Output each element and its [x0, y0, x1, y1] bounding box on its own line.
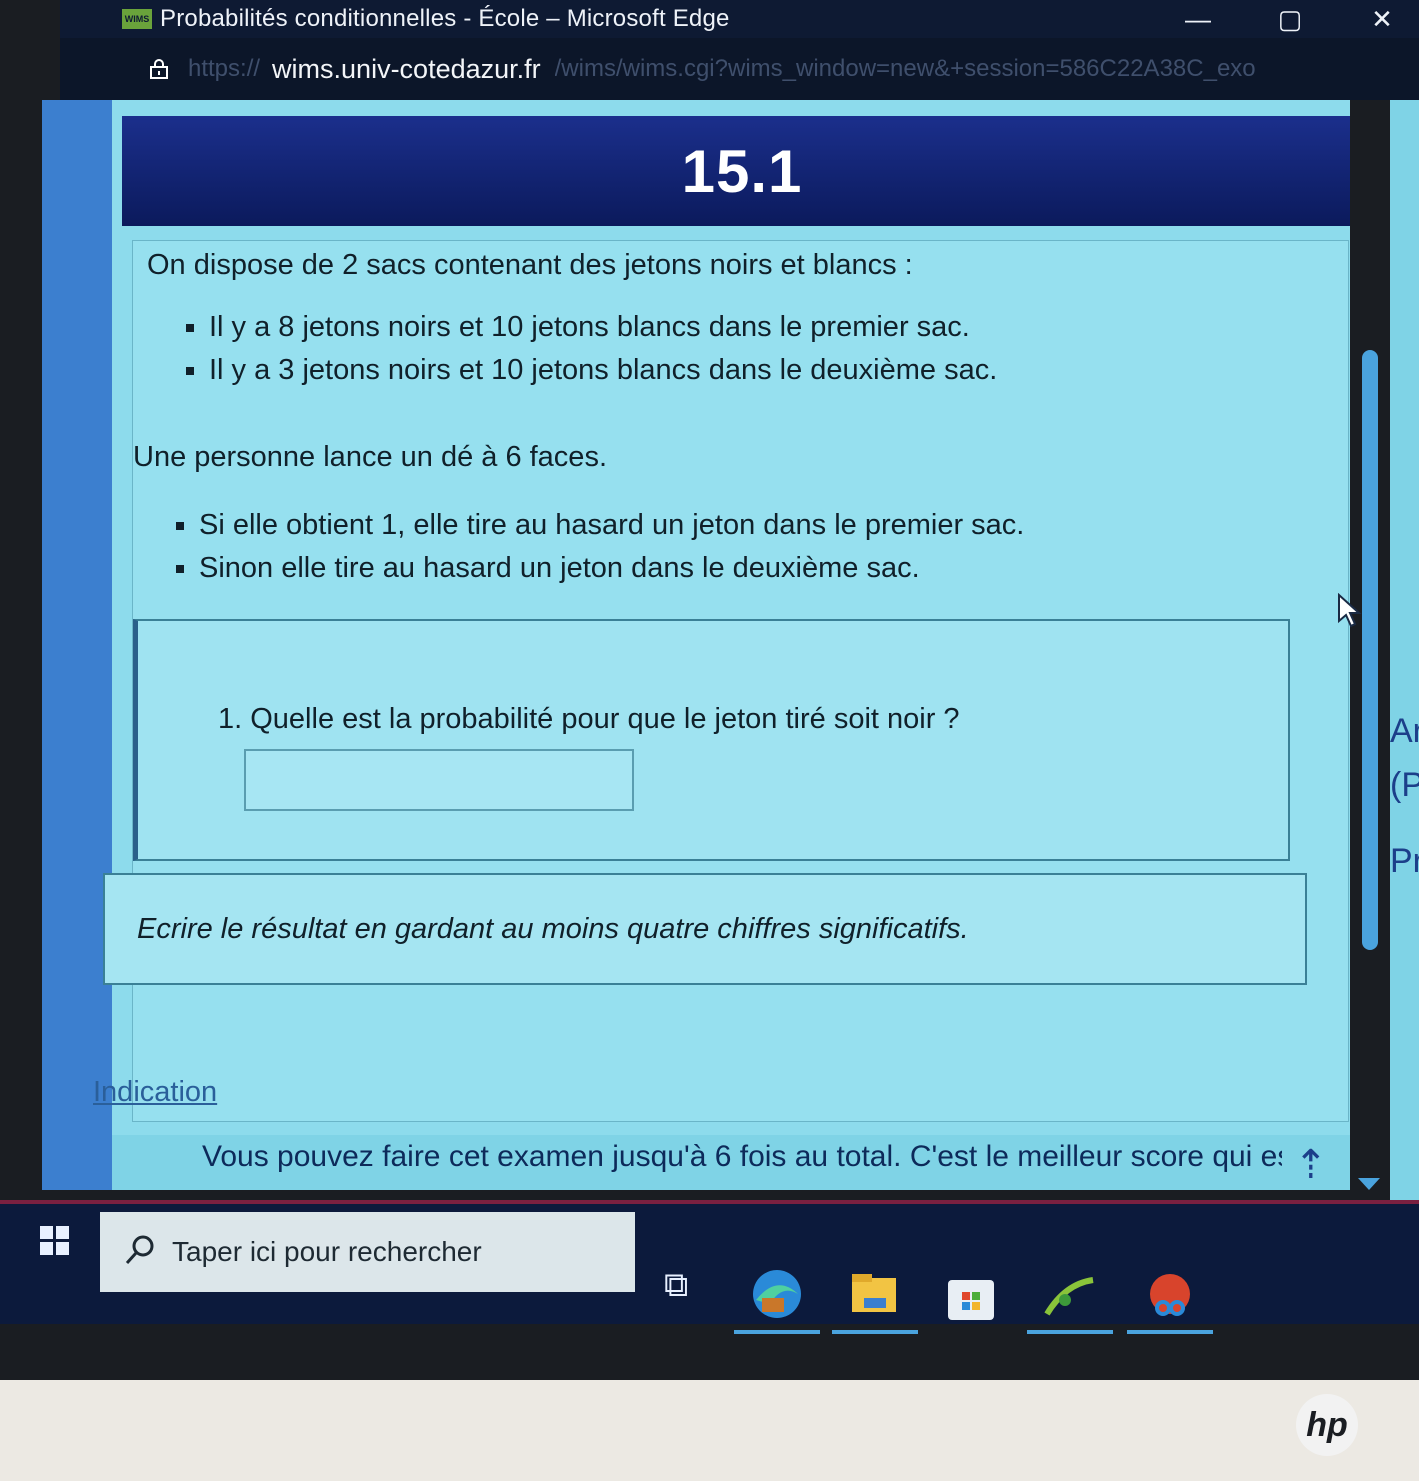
page-scrollbar[interactable]: [1350, 100, 1390, 1200]
attempts-note: Vous pouvez faire cet examen jusqu'à 6 f…: [202, 1140, 1282, 1172]
scroll-to-top-icon[interactable]: ⇡: [1294, 1142, 1328, 1188]
peek-text: Ar: [1390, 712, 1419, 750]
taskbar-search-box[interactable]: Taper ici pour rechercher: [100, 1212, 635, 1292]
store-icon[interactable]: [936, 1264, 1006, 1328]
wims-logo-icon: WIMS: [122, 9, 152, 29]
url-path: /wims/wims.cgi?wims_window=new&+session=…: [554, 55, 1256, 82]
list-item: Il y a 8 jetons noirs et 10 jetons blanc…: [209, 311, 997, 344]
hint-box: Ecrire le résultat en gardant au moins q…: [103, 873, 1307, 985]
windows-taskbar: Taper ici pour rechercher ⧉: [0, 1200, 1419, 1334]
windows-start-icon[interactable]: [40, 1226, 70, 1256]
rules-list: Si elle obtient 1, elle tire au hasard u…: [171, 509, 1024, 595]
exercise-statement: On dispose de 2 sacs contenant des jeton…: [93, 240, 1349, 1122]
window-title: Probabilités conditionnelles - École – M…: [160, 5, 730, 32]
close-button[interactable]: ✕: [1365, 4, 1399, 35]
edge-icon[interactable]: [734, 1264, 820, 1334]
peek-text: Pr: [1390, 842, 1419, 880]
indication-link[interactable]: Indication: [93, 1076, 217, 1109]
hp-logo-icon: hp: [1296, 1394, 1358, 1456]
minimize-button[interactable]: —: [1181, 4, 1215, 35]
file-explorer-icon[interactable]: [832, 1264, 918, 1334]
mouse-cursor-icon: [1338, 593, 1362, 628]
question-box: 1. Quelle est la probabilité pour que le…: [133, 619, 1290, 861]
desk-surface: [0, 1380, 1419, 1481]
list-item: Il y a 3 jetons noirs et 10 jetons blanc…: [209, 354, 997, 387]
list-item: Sinon elle tire au hasard un jeton dans …: [199, 552, 1024, 585]
snipping-tool-icon[interactable]: [1127, 1264, 1213, 1334]
lock-icon[interactable]: [148, 58, 170, 80]
scroll-down-arrow-icon[interactable]: [1358, 1178, 1380, 1190]
window-titlebar: WIMS Probabilités conditionnelles - Écol…: [60, 0, 1419, 38]
maximize-button[interactable]: ▢: [1273, 4, 1307, 35]
url-prefix: https://: [188, 55, 261, 82]
scrollbar-thumb[interactable]: [1362, 350, 1378, 950]
window-controls: — ▢ ✕: [1181, 0, 1399, 38]
list-item: Si elle obtient 1, elle tire au hasard u…: [199, 509, 1024, 542]
hint-text: Ecrire le résultat en gardant au moins q…: [137, 913, 969, 945]
search-icon: [125, 1235, 154, 1265]
exercise-header: 15.1: [122, 116, 1362, 226]
search-placeholder: Taper ici pour rechercher: [172, 1236, 482, 1267]
task-view-icon[interactable]: ⧉: [664, 1266, 688, 1305]
question-text: 1. Quelle est la probabilité pour que le…: [218, 703, 960, 735]
exercise-number: 15.1: [681, 137, 803, 205]
intro-text: On dispose de 2 sacs contenant des jeton…: [147, 249, 913, 281]
page-side-panel: [42, 100, 112, 1190]
peek-text: (P: [1390, 766, 1419, 804]
answer-input[interactable]: [244, 749, 634, 811]
geogebra-icon[interactable]: [1027, 1264, 1113, 1334]
url-host: wims.univ-cotedazur.fr: [272, 53, 541, 84]
bags-list: Il y a 8 jetons noirs et 10 jetons blanc…: [181, 311, 997, 397]
die-text: Une personne lance un dé à 6 faces.: [133, 441, 607, 473]
browser-viewport: 15.1 On dispose de 2 sacs contenant des …: [42, 100, 1390, 1190]
side-window-peek: Ar (P Pr: [1390, 100, 1419, 1200]
address-bar[interactable]: https:// wims.univ-cotedazur.fr /wims/wi…: [60, 38, 1419, 100]
exercise-page: 15.1 On dispose de 2 sacs contenant des …: [93, 100, 1372, 1135]
